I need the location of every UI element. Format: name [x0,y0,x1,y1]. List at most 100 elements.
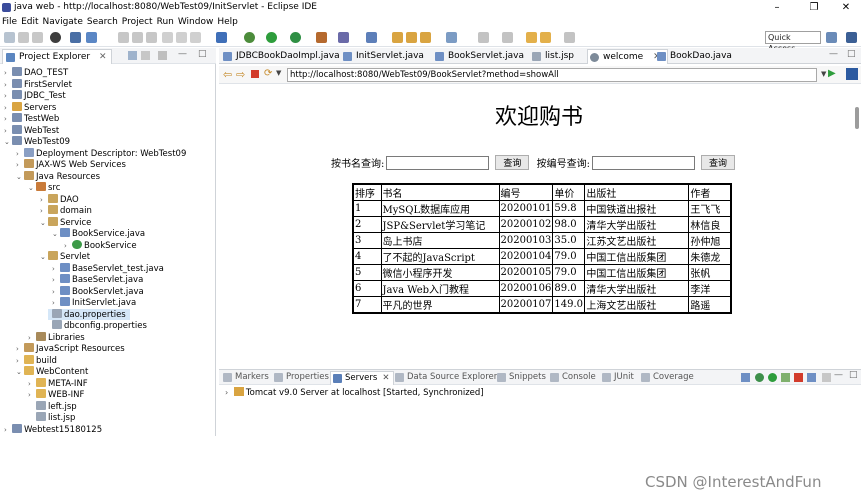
menu-run[interactable]: Run [155,15,176,29]
search-name-input[interactable] [386,155,490,170]
view-menu-icon[interactable] [822,373,831,382]
tab-junit[interactable]: JUnit [600,371,634,385]
annotation-icon[interactable] [446,32,457,43]
tab-data-source-explorer[interactable]: Data Source Explorer [393,371,497,385]
tree-item-dbconfig-properties[interactable]: dbconfig.properties [52,320,147,332]
tab-console[interactable]: Console [548,371,596,385]
search-id-button[interactable]: 查询 [700,155,735,170]
tab-project-explorer[interactable]: Project Explorer ✕ [2,49,112,64]
step-return-icon[interactable] [190,32,201,43]
forward-icon[interactable] [564,32,575,43]
profile-server-icon[interactable] [781,373,790,382]
view-menu-icon[interactable] [158,51,167,60]
tree-item-servlet[interactable]: ⌄ Servlet [40,251,90,263]
tree-item-webtest09[interactable]: ⌄ WebTest09 [4,136,70,148]
minimize-editor-icon[interactable]: — [829,49,838,59]
search-name-button[interactable]: 查询 [495,155,530,170]
tree-item-web-inf[interactable]: › WEB-INF [28,389,84,401]
minimize-button[interactable]: – [763,1,791,14]
debug-server-icon[interactable] [755,373,764,382]
tree-item-firstservlet[interactable]: › FirstServlet [4,78,72,91]
tab-bookdao[interactable]: BookDao.java [655,49,732,64]
tab-servers[interactable]: Servers ✕ [330,371,395,385]
tree-item-bookservlet[interactable]: › BookServlet.java [52,285,144,298]
chevron-down-icon[interactable]: ⌄ [16,367,24,379]
new-icon[interactable] [4,32,15,43]
start-server-icon[interactable] [768,373,777,382]
quick-access-field[interactable]: Quick Access [765,31,821,53]
tree-item-bookservice-class[interactable]: › BookService [64,239,137,252]
tree-item-webtest15180125[interactable]: › Webtest15180125 [4,423,102,437]
maximize-editor-icon[interactable]: □ [847,49,856,59]
skip-breakpoints-icon[interactable] [86,32,97,43]
coverage-icon[interactable] [290,32,301,43]
tree-item-src[interactable]: ⌄ src [28,182,60,194]
tab-coverage[interactable]: Coverage [639,371,694,385]
tab-markers[interactable]: Markers [221,371,269,385]
server-icon[interactable] [216,32,227,43]
tree-item-jdbc-test[interactable]: › JDBC_Test [4,90,66,102]
back-icon[interactable]: ⇦ [223,68,232,81]
suspend-icon[interactable] [132,32,143,43]
tree-item-deployment-descriptor[interactable]: › Deployment Descriptor: WebTest09 [16,147,186,160]
menu-file[interactable]: File [0,15,19,29]
external-tools-icon[interactable] [316,32,327,43]
new-class-icon[interactable] [366,32,377,43]
tree-item-dao-test[interactable]: › DAO_TEST [4,67,68,79]
tree-item-servers[interactable]: › Servers [4,101,56,114]
java-ee-perspective-icon[interactable] [846,32,857,43]
stop-server-icon[interactable] [794,373,803,382]
minimize-view-icon[interactable]: — [178,49,187,59]
url-history-icon[interactable]: ▼ [821,70,826,78]
forward-icon[interactable]: ⇨ [236,68,245,81]
close-button[interactable]: ✕ [832,1,860,14]
tab-properties[interactable]: Properties [272,371,329,385]
chevron-right-icon[interactable]: › [4,425,12,437]
chevron-down-icon[interactable]: ⌄ [28,183,36,195]
tree-item-baseservlet-test[interactable]: › BaseServlet_test.java [52,262,164,275]
server-entry[interactable]: › Tomcat v9.0 Server at localhost [Start… [225,387,484,399]
chevron-down-icon[interactable]: ⌄ [4,137,12,149]
tree-item-bookservice-java[interactable]: ⌄ BookService.java [52,228,145,240]
step-over-icon[interactable] [176,32,187,43]
tab-jdbcbookdaoimpl[interactable]: JDBCBookDaoImpl.java [221,49,340,64]
go-icon[interactable]: ▶ [828,68,836,79]
chevron-down-icon[interactable]: ⌄ [40,252,48,264]
publish-icon[interactable] [807,373,816,382]
maximize-button[interactable]: ❐ [800,1,828,14]
close-icon[interactable]: ✕ [382,373,389,383]
stop-icon[interactable] [251,70,259,78]
back-icon[interactable] [540,32,551,43]
tree-item-domain[interactable]: › domain [40,205,92,217]
chevron-down-icon[interactable]: ⌄ [16,172,24,184]
chevron-down-icon[interactable]: ⌄ [40,218,48,230]
prev-annotation-icon[interactable] [502,32,513,43]
tree-item-webtest[interactable]: › WebTest [4,124,59,137]
search-id-input[interactable] [591,155,695,170]
tab-list-jsp[interactable]: list.jsp [530,49,574,64]
chevron-down-icon[interactable]: ▼ [276,69,281,77]
chevron-right-icon[interactable]: › [225,388,228,397]
collapse-all-icon[interactable] [741,373,750,382]
open-perspective-icon[interactable] [826,32,837,43]
url-field[interactable]: http://localhost:8080/WebTest09/BookServ… [287,68,817,82]
tree-item-list-jsp[interactable]: list.jsp [36,412,75,424]
chevron-right-icon[interactable]: › [28,390,36,402]
tab-bookservlet[interactable]: BookServlet.java [433,49,524,64]
new-java-project-icon[interactable] [338,32,349,43]
open-type-icon[interactable] [392,32,403,43]
collapse-all-icon[interactable] [128,51,137,60]
terminate-icon[interactable] [146,32,157,43]
menu-search[interactable]: Search [85,15,120,29]
tree-item-dao[interactable]: › DAO [40,193,79,206]
tab-initservlet[interactable]: InitServlet.java [341,49,424,64]
save-all-icon[interactable] [32,32,43,43]
tree-item-libraries[interactable]: › Libraries [28,331,85,344]
minimize-view-icon[interactable]: — [834,370,843,380]
save-icon[interactable] [18,32,29,43]
tree-item-dao-properties[interactable]: dao.properties [48,308,130,320]
tree-item-javascript-resources[interactable]: › JavaScript Resources [16,343,125,355]
vertical-scrollbar[interactable] [855,107,859,129]
open-task-icon[interactable] [406,32,417,43]
menu-edit[interactable]: Edit [19,15,40,29]
